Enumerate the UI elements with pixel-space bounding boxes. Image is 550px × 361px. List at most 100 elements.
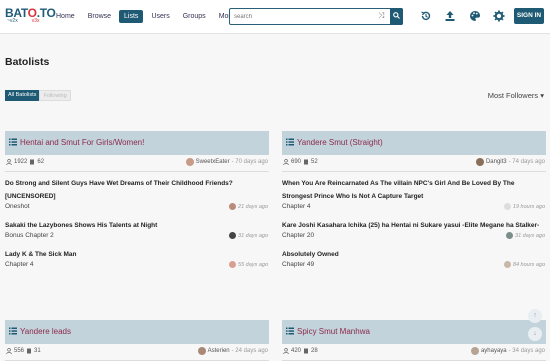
card-header[interactable]: Yandere leads xyxy=(5,320,269,344)
nav-users[interactable]: Users xyxy=(146,10,174,23)
owner-name[interactable]: ayhayaya xyxy=(481,348,507,354)
search-button[interactable] xyxy=(390,8,403,25)
entry-chapter[interactable]: Bonus Chapter 2 xyxy=(5,232,54,239)
book-icon xyxy=(27,348,32,354)
top-header: BATO.TO ~v2x v3x Home Browse Lists Users … xyxy=(0,0,550,34)
avatar xyxy=(503,203,511,210)
list-tabs: All Batolists Following xyxy=(5,90,71,101)
batolist-card: Spicy Smut Manhwa 420 28 ayhayaya - 34 d… xyxy=(282,320,546,361)
item-count: 31 xyxy=(34,348,41,354)
entry-time: 84 hours ago xyxy=(512,261,545,268)
history-icon[interactable] xyxy=(420,10,432,22)
entry-time: 55 days ago xyxy=(238,261,268,268)
entry-title[interactable]: When You Are Reincarnated As The villain… xyxy=(282,177,546,203)
entry-chapter[interactable]: Chapter 4 xyxy=(282,203,311,210)
book-icon xyxy=(30,159,35,165)
entry-title[interactable]: Sakaki the Lazybones Shows His Talents a… xyxy=(5,219,269,232)
tab-following[interactable]: Following xyxy=(39,90,71,101)
follower-count: 556 xyxy=(14,348,25,354)
search-box: ⤨ xyxy=(229,8,403,25)
avatar[interactable] xyxy=(470,347,479,355)
item-count: 52 xyxy=(311,159,318,165)
settings-icon[interactable] xyxy=(493,10,505,22)
follower-count: 690 xyxy=(291,159,302,165)
avatar[interactable] xyxy=(197,347,206,355)
list-icon xyxy=(9,327,17,335)
card-title[interactable]: Hentai and Smut For Girls/Women! xyxy=(20,138,144,147)
entry-title[interactable]: Kare Joshi Kasahara Ichika (25) ha Henta… xyxy=(282,219,546,232)
main-nav: Home Browse Lists Users Groups More... xyxy=(51,10,248,23)
card-meta: 420 28 ayhayaya - 34 days ago xyxy=(282,344,546,361)
card-header[interactable]: Hentai and Smut For Girls/Women! xyxy=(5,131,269,155)
nav-browse[interactable]: Browse xyxy=(83,10,116,23)
page-title: Batolists xyxy=(5,56,50,68)
scroll-down-button[interactable]: ↓ xyxy=(528,327,542,341)
follower-count: 420 xyxy=(291,348,302,354)
entry-title[interactable]: Do Strong and Silent Guys Have Wet Dream… xyxy=(5,177,269,203)
item-count: 28 xyxy=(311,348,318,354)
avatar xyxy=(229,203,237,210)
sort-dropdown[interactable]: Most Followers ▾ xyxy=(488,91,544,100)
sign-in-button[interactable]: SIGN IN xyxy=(514,8,544,24)
owner-name[interactable]: SweetxEater xyxy=(196,159,230,165)
batolist-card: Yandere leads 556 31 Asterien - 24 days … xyxy=(5,320,269,361)
card-title[interactable]: Spicy Smut Manhwa xyxy=(297,327,370,336)
avatar[interactable] xyxy=(185,158,194,166)
book-icon xyxy=(304,348,309,354)
user-icon xyxy=(283,159,289,165)
nav-home[interactable]: Home xyxy=(51,10,80,23)
list-item: When You Are Reincarnated As The villain… xyxy=(282,177,546,215)
book-icon xyxy=(304,159,309,165)
upload-icon[interactable] xyxy=(444,10,456,22)
tab-all-batolists[interactable]: All Batolists xyxy=(5,90,40,101)
updated-time: - 70 days ago xyxy=(231,159,268,165)
list-icon xyxy=(286,138,294,146)
avatar xyxy=(503,261,511,268)
item-count: 62 xyxy=(37,159,45,165)
updated-time: - 34 days ago xyxy=(508,348,545,354)
updated-time: - 24 days ago xyxy=(231,348,268,354)
entry-time: 31 days ago xyxy=(238,232,268,239)
list-item: Kare Joshi Kasahara Ichika (25) ha Henta… xyxy=(282,219,546,244)
scroll-up-button[interactable]: ↑ xyxy=(528,309,542,323)
entry-time: 21 days ago xyxy=(238,203,268,210)
card-title[interactable]: Yandere Smut (Straight) xyxy=(297,138,383,147)
search-input[interactable] xyxy=(234,11,374,22)
list-item: Do Strong and Silent Guys Have Wet Dream… xyxy=(5,177,269,215)
user-icon xyxy=(6,159,12,165)
entry-time: 31 days ago xyxy=(515,232,545,239)
entry-chapter[interactable]: Oneshot xyxy=(5,203,30,210)
entry-time: 19 hours ago xyxy=(512,203,545,210)
site-logo[interactable]: BATO.TO ~v2x v3x xyxy=(5,7,56,24)
random-icon[interactable]: ⤨ xyxy=(378,11,384,21)
batolist-card: Hentai and Smut For Girls/Women! 1922 62… xyxy=(5,131,269,273)
card-meta: 1922 62 SweetxEater - 70 days ago xyxy=(5,155,269,172)
card-meta: 690 52 Dangit3 - 74 days ago xyxy=(282,155,546,172)
nav-groups[interactable]: Groups xyxy=(178,10,211,23)
entry-chapter[interactable]: Chapter 20 xyxy=(282,232,314,239)
entry-chapter[interactable]: Chapter 49 xyxy=(282,261,314,268)
card-title[interactable]: Yandere leads xyxy=(20,327,71,336)
user-icon xyxy=(6,348,12,354)
entry-title[interactable]: Lady K & The Sick Man xyxy=(5,248,269,261)
card-header[interactable]: Spicy Smut Manhwa xyxy=(282,320,546,344)
avatar[interactable] xyxy=(475,158,484,166)
entry-title[interactable]: Absolutely Owned xyxy=(282,248,546,261)
entry-chapter[interactable]: Chapter 4 xyxy=(5,261,34,268)
follower-count: 1922 xyxy=(14,159,28,165)
card-meta: 556 31 Asterien - 24 days ago xyxy=(5,344,269,361)
avatar xyxy=(229,261,237,268)
nav-lists[interactable]: Lists xyxy=(119,10,144,23)
search-icon xyxy=(393,12,400,19)
owner-name[interactable]: Asterien xyxy=(208,348,230,354)
user-icon xyxy=(283,348,289,354)
entry-list: When You Are Reincarnated As The villain… xyxy=(282,177,546,273)
batolist-card: Yandere Smut (Straight) 690 52 Dangit3 -… xyxy=(282,131,546,273)
card-header[interactable]: Yandere Smut (Straight) xyxy=(282,131,546,155)
owner-name[interactable]: Dangit3 xyxy=(486,159,507,165)
avatar xyxy=(229,232,237,239)
list-item: Absolutely Owned Chapter 49 84 hours ago xyxy=(282,248,546,273)
list-item: Lady K & The Sick Man Chapter 4 55 days … xyxy=(5,248,269,273)
updated-time: - 74 days ago xyxy=(508,159,545,165)
palette-icon[interactable] xyxy=(469,10,481,22)
